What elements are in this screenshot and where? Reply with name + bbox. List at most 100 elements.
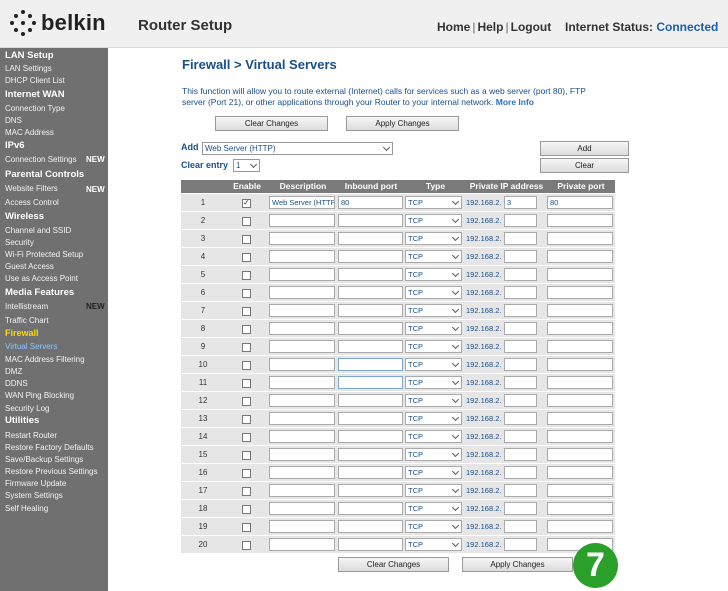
- sidebar-item-restore-previous-settings[interactable]: Restore Previous Settings: [5, 467, 98, 476]
- clear-entry-select[interactable]: 1: [233, 159, 260, 172]
- sidebar-item-mac-address[interactable]: MAC Address: [5, 128, 54, 137]
- ip-last-octet-input[interactable]: [504, 376, 537, 389]
- private-port-input[interactable]: [547, 322, 613, 335]
- private-port-input[interactable]: [547, 430, 613, 443]
- inbound-port-input[interactable]: [338, 322, 403, 335]
- sidebar-item-self-healing[interactable]: Self Healing: [5, 504, 48, 513]
- private-port-input[interactable]: [547, 412, 613, 425]
- private-port-input[interactable]: [547, 358, 613, 371]
- inbound-port-input[interactable]: [338, 484, 403, 497]
- enable-checkbox[interactable]: [242, 505, 251, 514]
- sidebar-item-security[interactable]: Security: [5, 238, 34, 247]
- enable-checkbox[interactable]: [242, 487, 251, 496]
- sidebar-item-restore-factory-defaults[interactable]: Restore Factory Defaults: [5, 443, 93, 452]
- type-select[interactable]: TCP: [405, 466, 462, 479]
- description-input[interactable]: [269, 304, 335, 317]
- description-input[interactable]: [269, 214, 335, 227]
- sidebar-item-virtual-servers[interactable]: Virtual Servers: [5, 342, 57, 351]
- clear-changes-button-top[interactable]: Clear Changes: [215, 116, 328, 131]
- inbound-port-input[interactable]: [338, 394, 403, 407]
- enable-checkbox[interactable]: [242, 235, 251, 244]
- enable-checkbox[interactable]: [242, 289, 251, 298]
- type-select[interactable]: TCP: [405, 250, 462, 263]
- type-select[interactable]: TCP: [405, 304, 462, 317]
- ip-last-octet-input[interactable]: 3: [504, 196, 537, 209]
- private-port-input[interactable]: [547, 340, 613, 353]
- description-input[interactable]: [269, 358, 335, 371]
- sidebar-item-connection-type[interactable]: Connection Type: [5, 104, 65, 113]
- private-port-input[interactable]: [547, 520, 613, 533]
- enable-checkbox[interactable]: [242, 253, 251, 262]
- type-select[interactable]: TCP: [405, 268, 462, 281]
- type-select[interactable]: TCP: [405, 196, 462, 209]
- sidebar-item-website-filters[interactable]: Website Filters: [5, 184, 58, 193]
- inbound-port-input[interactable]: [338, 232, 403, 245]
- ip-last-octet-input[interactable]: [504, 304, 537, 317]
- type-select[interactable]: TCP: [405, 286, 462, 299]
- private-port-input[interactable]: [547, 268, 613, 281]
- inbound-port-input[interactable]: [338, 268, 403, 281]
- description-input[interactable]: [269, 412, 335, 425]
- type-select[interactable]: TCP: [405, 376, 462, 389]
- private-port-input[interactable]: [547, 502, 613, 515]
- inbound-port-input[interactable]: [338, 448, 403, 461]
- sidebar-item-dns[interactable]: DNS: [5, 116, 22, 125]
- sidebar-section-lan-setup[interactable]: LAN Setup: [5, 50, 54, 61]
- description-input[interactable]: Web Server (HTTP): [269, 196, 335, 209]
- description-input[interactable]: [269, 394, 335, 407]
- ip-last-octet-input[interactable]: [504, 538, 537, 551]
- private-port-input[interactable]: 80: [547, 196, 613, 209]
- private-port-input[interactable]: [547, 304, 613, 317]
- description-input[interactable]: [269, 250, 335, 263]
- sidebar-item-connection-settings[interactable]: Connection Settings: [5, 155, 77, 164]
- inbound-port-input[interactable]: [338, 304, 403, 317]
- sidebar-item-access-control[interactable]: Access Control: [5, 198, 59, 207]
- more-info-link[interactable]: More Info: [496, 97, 534, 107]
- sidebar-item-save-backup-settings[interactable]: Save/Backup Settings: [5, 455, 83, 464]
- add-button[interactable]: Add: [540, 141, 629, 156]
- enable-checkbox[interactable]: [242, 198, 251, 208]
- apply-changes-button-bottom[interactable]: Apply Changes: [462, 557, 573, 572]
- ip-last-octet-input[interactable]: [504, 502, 537, 515]
- enable-checkbox[interactable]: [242, 307, 251, 316]
- sidebar-section-parental-controls[interactable]: Parental Controls: [5, 169, 84, 180]
- sidebar-item-ddns[interactable]: DDNS: [5, 379, 28, 388]
- description-input[interactable]: [269, 268, 335, 281]
- enable-checkbox[interactable]: [242, 271, 251, 280]
- sidebar-item-wan-ping-blocking[interactable]: WAN Ping Blocking: [5, 391, 74, 400]
- enable-checkbox[interactable]: [242, 433, 251, 442]
- enable-checkbox[interactable]: [242, 469, 251, 478]
- description-input[interactable]: [269, 286, 335, 299]
- home-link[interactable]: Home: [437, 20, 470, 34]
- description-input[interactable]: [269, 376, 335, 389]
- ip-last-octet-input[interactable]: [504, 484, 537, 497]
- help-link[interactable]: Help: [477, 20, 503, 34]
- sidebar-item-dmz[interactable]: DMZ: [5, 367, 22, 376]
- ip-last-octet-input[interactable]: [504, 322, 537, 335]
- description-input[interactable]: [269, 340, 335, 353]
- inbound-port-input[interactable]: [338, 538, 403, 551]
- type-select[interactable]: TCP: [405, 412, 462, 425]
- ip-last-octet-input[interactable]: [504, 250, 537, 263]
- clear-changes-button-bottom[interactable]: Clear Changes: [338, 557, 449, 572]
- sidebar-item-dhcp-client-list[interactable]: DHCP Client List: [5, 76, 65, 85]
- type-select[interactable]: TCP: [405, 322, 462, 335]
- enable-checkbox[interactable]: [242, 415, 251, 424]
- description-input[interactable]: [269, 430, 335, 443]
- type-select[interactable]: TCP: [405, 340, 462, 353]
- enable-checkbox[interactable]: [242, 217, 251, 226]
- type-select[interactable]: TCP: [405, 502, 462, 515]
- sidebar-item-security-log[interactable]: Security Log: [5, 404, 49, 413]
- enable-checkbox[interactable]: [242, 397, 251, 406]
- sidebar-item-traffic-chart[interactable]: Traffic Chart: [5, 316, 49, 325]
- ip-last-octet-input[interactable]: [504, 520, 537, 533]
- description-input[interactable]: [269, 448, 335, 461]
- sidebar-item-restart-router[interactable]: Restart Router: [5, 431, 57, 440]
- ip-last-octet-input[interactable]: [504, 268, 537, 281]
- private-port-input[interactable]: [547, 286, 613, 299]
- ip-last-octet-input[interactable]: [504, 430, 537, 443]
- type-select[interactable]: TCP: [405, 214, 462, 227]
- type-select[interactable]: TCP: [405, 430, 462, 443]
- inbound-port-input[interactable]: [338, 430, 403, 443]
- inbound-port-input[interactable]: [338, 502, 403, 515]
